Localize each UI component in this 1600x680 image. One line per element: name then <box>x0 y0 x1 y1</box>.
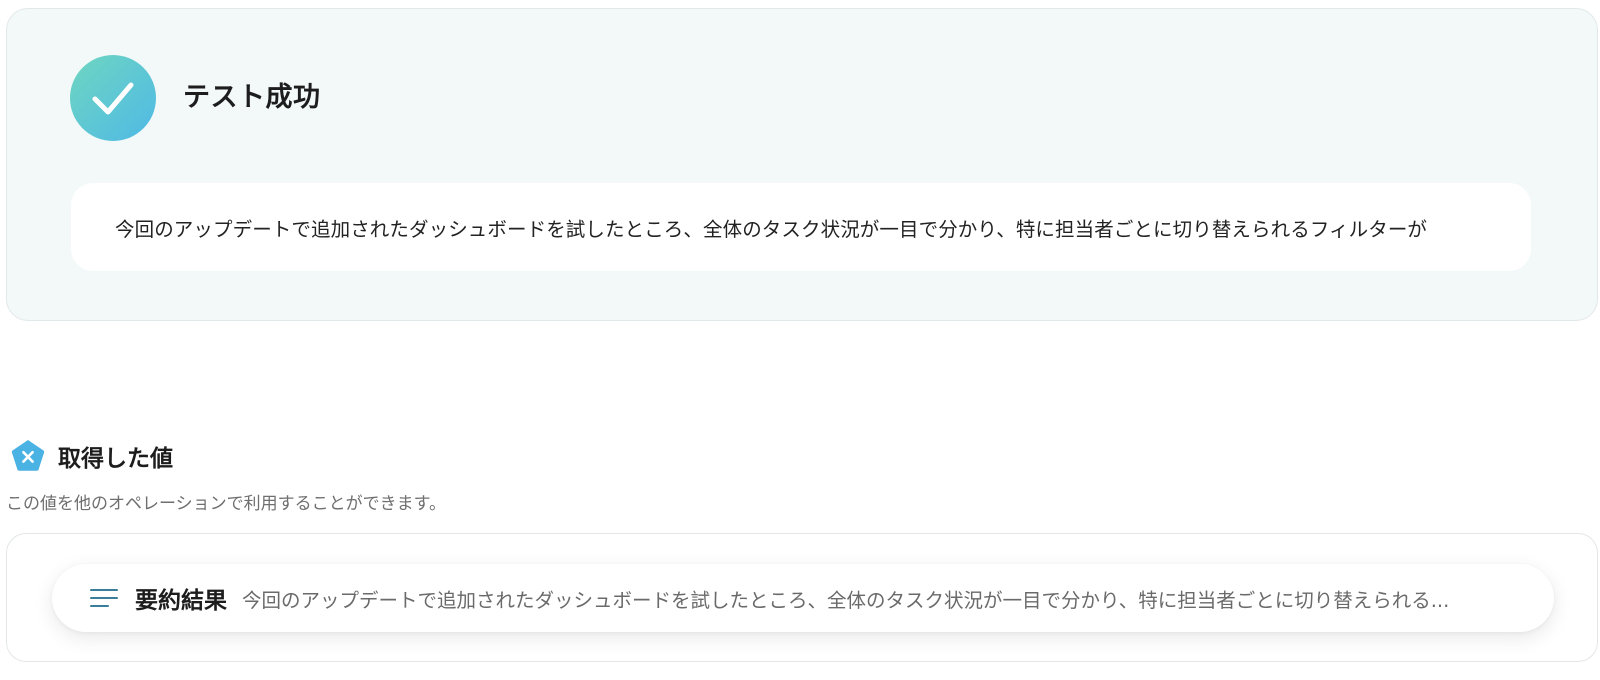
checkmark-icon <box>92 82 134 115</box>
result-message-box: 今回のアップデートで追加されたダッシュボードを試したところ、全体のタスク状況が一… <box>71 183 1531 271</box>
value-item-label: 要約結果 <box>135 588 227 614</box>
result-message-text: 今回のアップデートで追加されたダッシュボードを試したところ、全体のタスク状況が一… <box>115 217 1428 241</box>
variable-pentagon-icon <box>11 440 45 471</box>
check-circle-icon <box>70 55 156 141</box>
fetched-values-card: 要約結果 今回のアップデートで追加されたダッシュボードを試したところ、全体のタス… <box>6 533 1598 662</box>
value-item-text: 今回のアップデートで追加されたダッシュボードを試したところ、全体のタスク状況が一… <box>242 588 1450 612</box>
test-result-card: テスト成功 今回のアップデートで追加されたダッシュボードを試したところ、全体のタ… <box>6 8 1598 321</box>
text-lines-icon <box>90 589 118 607</box>
fetched-values-title: 取得した値 <box>58 446 173 472</box>
fetched-values-header: 取得した値 <box>10 436 173 476</box>
status-title: テスト成功 <box>183 82 321 113</box>
fetched-values-description: この値を他のオペレーションで利用することができます。 <box>6 494 446 514</box>
value-item-summary[interactable]: 要約結果 今回のアップデートで追加されたダッシュボードを試したところ、全体のタス… <box>52 564 1554 632</box>
